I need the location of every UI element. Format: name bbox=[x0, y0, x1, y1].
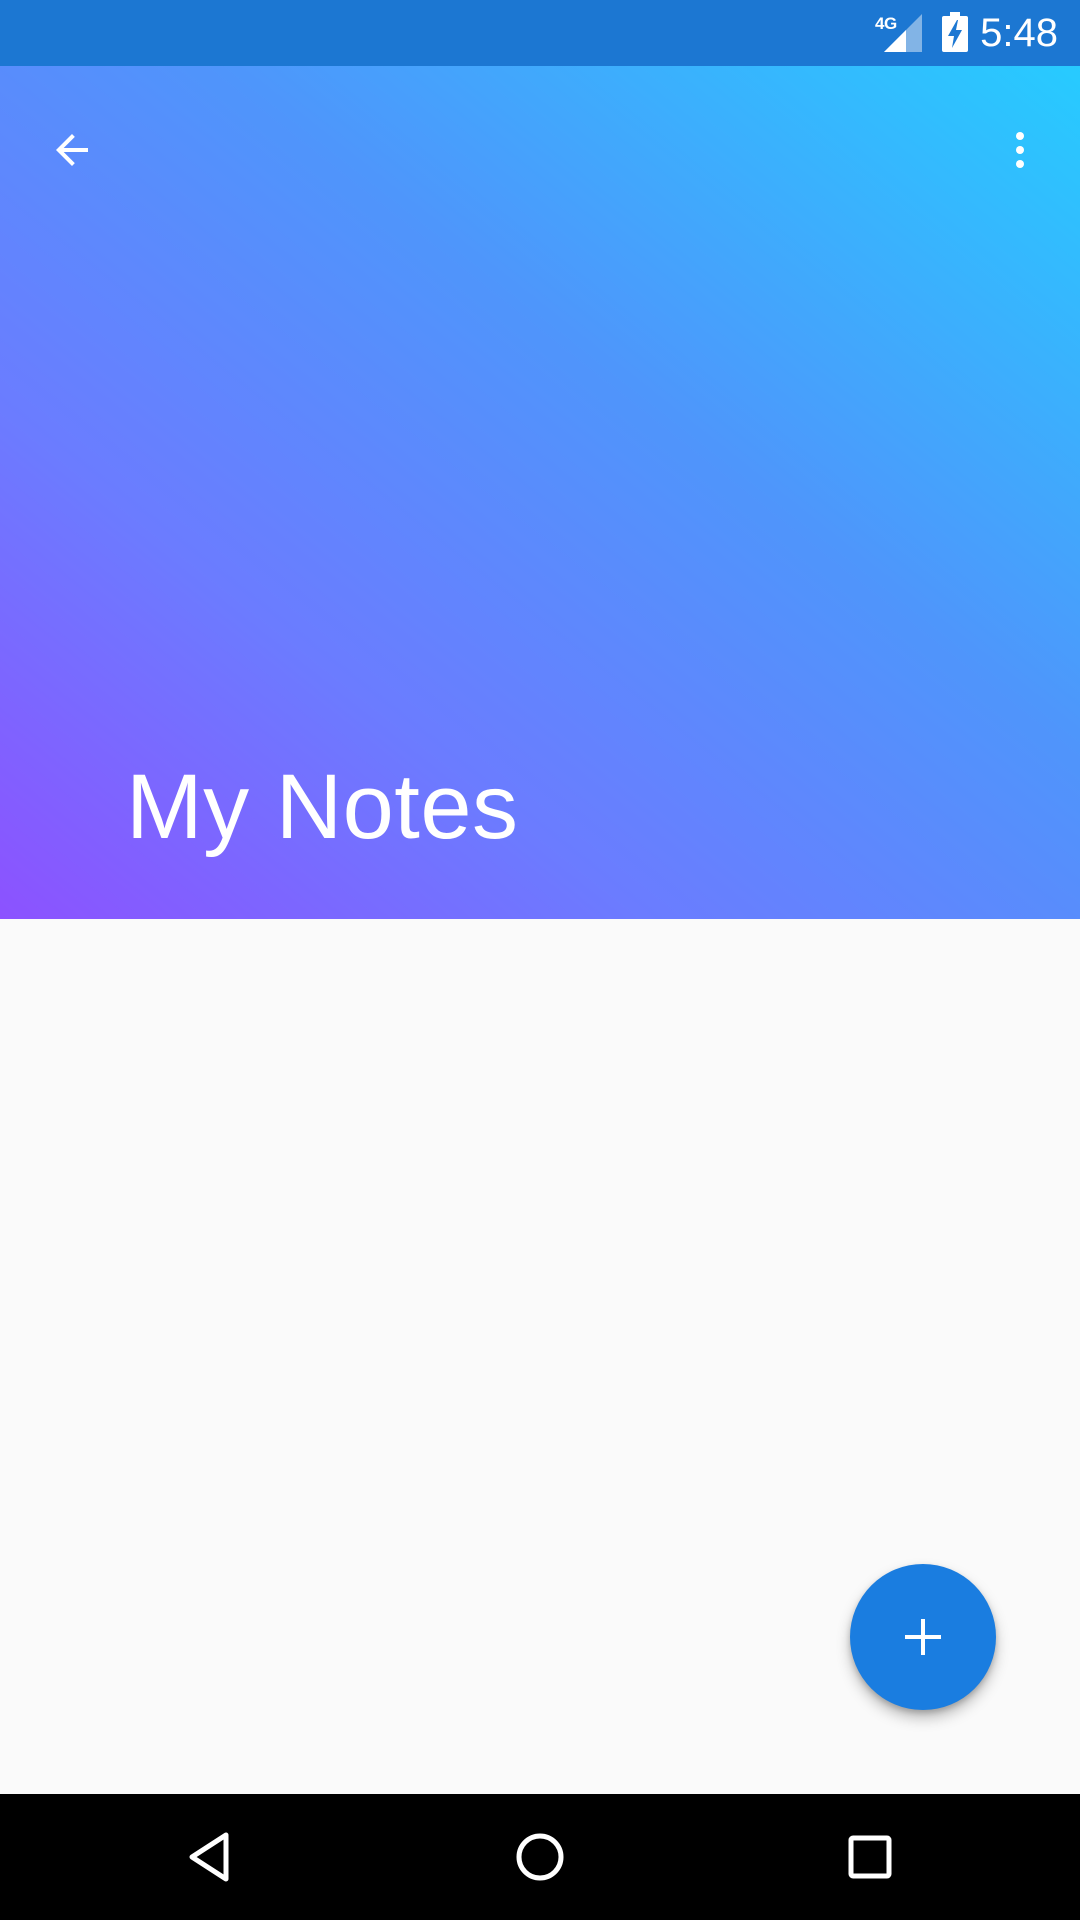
page-title: My Notes bbox=[126, 756, 519, 858]
overflow-menu-button[interactable] bbox=[982, 112, 1058, 188]
more-vert-icon bbox=[1016, 132, 1024, 168]
signal-icon bbox=[884, 14, 922, 52]
notes-screen: 4G 5:48 My Notes bbox=[0, 0, 1080, 1920]
nav-recents-icon bbox=[848, 1835, 892, 1879]
status-clock: 5:48 bbox=[980, 11, 1058, 55]
add-note-button[interactable] bbox=[850, 1564, 996, 1710]
back-button[interactable] bbox=[34, 112, 110, 188]
status-bar: 4G 5:48 bbox=[0, 0, 1080, 66]
nav-home-button[interactable] bbox=[500, 1817, 580, 1897]
nav-back-button[interactable] bbox=[170, 1817, 250, 1897]
navigation-bar bbox=[0, 1794, 1080, 1920]
plus-icon bbox=[905, 1619, 941, 1655]
header-banner: My Notes bbox=[0, 66, 1080, 919]
battery-charging-icon bbox=[942, 12, 968, 52]
nav-back-icon bbox=[189, 1832, 229, 1882]
nav-home-icon bbox=[516, 1833, 564, 1881]
nav-recents-button[interactable] bbox=[830, 1817, 910, 1897]
arrow-left-icon bbox=[56, 134, 88, 166]
